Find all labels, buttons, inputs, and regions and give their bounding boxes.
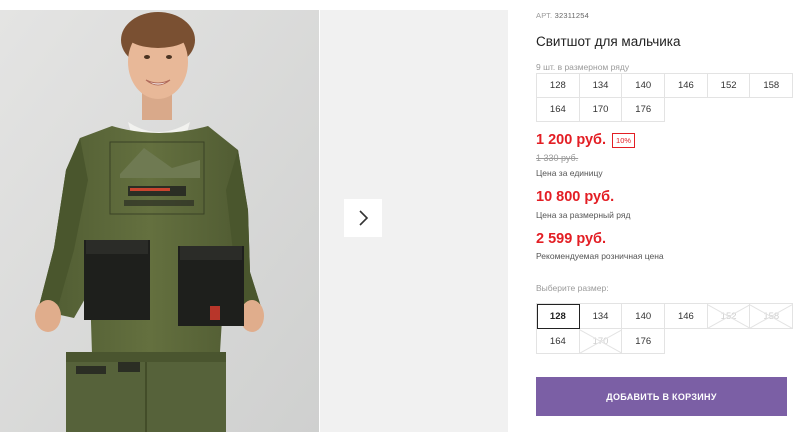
pack-size-cell: 176 [622, 98, 666, 122]
pack-price: 10 800 руб. [536, 189, 615, 205]
size-option-152-unavailable: 152 [707, 304, 751, 329]
pack-size-cell: 158 [750, 74, 794, 98]
size-option-146[interactable]: 146 [665, 304, 708, 329]
size-option-134[interactable]: 134 [579, 304, 623, 329]
product-photo[interactable] [0, 10, 319, 432]
chevron-right-icon [359, 210, 369, 226]
size-select-label: Выберите размер: [536, 283, 609, 293]
article-label: АРТ. [536, 11, 553, 20]
product-gallery [0, 0, 510, 432]
size-option-128[interactable]: 128 [537, 304, 580, 329]
pack-size-cell: 134 [579, 74, 623, 98]
unit-price: 1 200 руб. [536, 132, 607, 148]
discount-badge: 10% [612, 132, 636, 148]
next-image-button[interactable] [344, 199, 382, 237]
size-option-164[interactable]: 164 [537, 329, 580, 354]
size-option-140[interactable]: 140 [622, 304, 666, 329]
unit-price-caption: Цена за единицу [536, 168, 603, 178]
article-number: АРТ. 32311254 [536, 11, 589, 20]
retail-price-caption: Рекомендуемая розничная цена [536, 251, 664, 261]
pack-size-cell: 140 [622, 74, 666, 98]
add-to-cart-button[interactable]: ДОБАВИТЬ В КОРЗИНУ [536, 377, 787, 416]
pack-size-cell: 146 [665, 74, 708, 98]
product-title: Свитшот для мальчика [536, 34, 681, 49]
boy-in-sweatshirt-illustration [0, 10, 319, 432]
unit-price-row: 1 200 руб. 10% [536, 132, 636, 148]
article-value: 32311254 [554, 11, 590, 20]
pack-price-caption: Цена за размерный ряд [536, 210, 631, 220]
pack-size-cell: 152 [707, 74, 751, 98]
size-option-170-unavailable: 170 [579, 329, 623, 354]
retail-price: 2 599 руб. [536, 231, 607, 247]
size-select-grid: 128 134 140 146 152 158 164 170 176 [536, 303, 794, 354]
size-option-176[interactable]: 176 [622, 329, 666, 354]
pack-size-cell: 170 [579, 98, 623, 122]
size-option-158-unavailable: 158 [750, 304, 794, 329]
product-info-panel: АРТ. 32311254 Свитшот для мальчика 9 шт.… [536, 0, 800, 432]
pack-size-grid: 128 134 140 146 152 158 164 170 176 [536, 73, 794, 122]
pack-size-note: 9 шт. в размерном ряду [536, 62, 630, 72]
pack-size-cell: 128 [537, 74, 580, 98]
old-price: 1 330 руб. [536, 153, 579, 163]
pack-size-cell: 164 [537, 98, 580, 122]
